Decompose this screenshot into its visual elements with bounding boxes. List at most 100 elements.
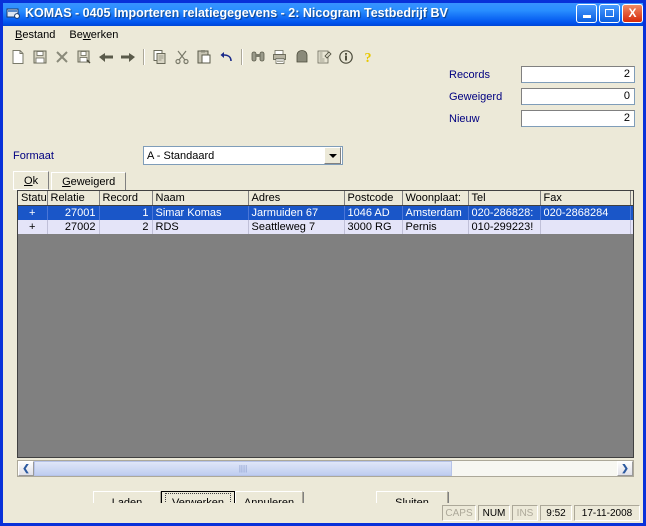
cell-woonplaats: Pernis: [402, 220, 469, 234]
counter-label-records: Records: [449, 68, 490, 81]
paste-icon[interactable]: [193, 46, 215, 68]
window-title: KOMAS - 0405 Importeren relatiegegevens …: [25, 6, 448, 20]
title-bar: KOMAS - 0405 Importeren relatiegegevens …: [0, 0, 646, 26]
maximize-button[interactable]: [599, 3, 620, 23]
counters-panel: Records 2 Geweigerd 0 Nieuw 2: [449, 66, 635, 132]
scrollbar-grip: ||||: [238, 464, 248, 473]
format-row: Formaat A - Standaard: [13, 146, 343, 165]
counter-row: Geweigerd 0: [449, 88, 635, 105]
column-header-adres[interactable]: Adres: [248, 191, 345, 206]
counter-row: Nieuw 2: [449, 110, 635, 127]
format-selected-value: A - Standaard: [147, 149, 215, 162]
help-icon[interactable]: ?: [357, 46, 379, 68]
cell-adres: Jarmuiden 67: [248, 205, 345, 220]
copy-icon[interactable]: [149, 46, 171, 68]
cell-postcode: 3000 RG: [344, 220, 403, 234]
window-client-area: Bestand Bewerken ? Records 2 Geweigerd 0…: [3, 26, 643, 523]
new-icon[interactable]: [7, 46, 29, 68]
column-header-tel[interactable]: Tel: [468, 191, 541, 206]
column-header-fax[interactable]: Fax: [540, 191, 631, 206]
save-as-icon[interactable]: [73, 46, 95, 68]
print-icon[interactable]: [269, 46, 291, 68]
toolbar-separator-1: [143, 49, 145, 65]
cell-contactpersoon: Arno van: [630, 220, 633, 234]
horizontal-scrollbar[interactable]: ❮ |||| ❯: [17, 460, 634, 477]
application-window: KOMAS - 0405 Importeren relatiegegevens …: [0, 0, 646, 526]
table-header-row: Statu Relatie Record Naam Adres Postcode…: [18, 191, 633, 206]
status-caps: CAPS: [442, 505, 476, 521]
chevron-down-icon[interactable]: [324, 147, 341, 164]
scrollbar-thumb[interactable]: ||||: [34, 461, 452, 476]
cell-adres: Seattleweg 7: [248, 220, 345, 234]
records-grid[interactable]: Statu Relatie Record Naam Adres Postcode…: [17, 190, 634, 458]
scroll-left-icon[interactable]: ❮: [18, 461, 34, 476]
column-header-record[interactable]: Record: [99, 191, 153, 206]
delete-icon[interactable]: [51, 46, 73, 68]
column-header-contactpersoon[interactable]: Contactp: [630, 191, 633, 206]
column-header-status[interactable]: Statu: [18, 191, 48, 206]
status-time: 9:52: [540, 505, 572, 521]
window-controls: X: [576, 3, 643, 23]
status-bar: CAPS NUM INS 9:52 17-11-2008: [3, 503, 643, 523]
minimize-button[interactable]: [576, 3, 597, 23]
column-header-woonplaats[interactable]: Woonplaat:: [402, 191, 469, 206]
cell-status: +: [18, 205, 48, 220]
menu-item-bewerken[interactable]: Bewerken: [62, 28, 125, 42]
tab-strip: Ok Geweigerd: [13, 171, 127, 190]
counter-label-geweigerd: Geweigerd: [449, 90, 503, 103]
column-header-relatie[interactable]: Relatie: [47, 191, 100, 206]
cell-fax: 020-2868284: [540, 205, 631, 220]
tab-ok[interactable]: Ok: [13, 171, 50, 190]
arrow-left-icon[interactable]: [95, 46, 117, 68]
table-row[interactable]: + 27001 1 Simar Komas Jarmuiden 67 1046 …: [18, 205, 633, 220]
cell-naam: RDS: [152, 220, 249, 234]
counter-row: Records 2: [449, 66, 635, 83]
table-row[interactable]: + 27002 2 RDS Seattleweg 7 3000 RG Perni…: [18, 220, 633, 234]
cell-tel: 010-299223!: [468, 220, 541, 234]
cell-woonplaats: Amsterdam: [402, 205, 469, 220]
menu-item-bestand[interactable]: Bestand: [8, 28, 62, 42]
cell-relatie: 27002: [47, 220, 100, 234]
format-combobox[interactable]: A - Standaard: [143, 146, 343, 165]
application-icon: [5, 5, 21, 21]
minimize-icon: [582, 14, 591, 18]
counter-value-geweigerd: 0: [521, 88, 635, 105]
cut-icon[interactable]: [171, 46, 193, 68]
undo-icon[interactable]: [215, 46, 237, 68]
save-icon[interactable]: [29, 46, 51, 68]
column-header-naam[interactable]: Naam: [152, 191, 249, 206]
format-label: Formaat: [13, 149, 54, 162]
scroll-right-icon[interactable]: ❯: [617, 461, 633, 476]
records-table: Statu Relatie Record Naam Adres Postcode…: [18, 191, 633, 234]
counter-label-nieuw: Nieuw: [449, 112, 480, 125]
cell-relatie: 27001: [47, 205, 100, 220]
arrow-right-icon[interactable]: [117, 46, 139, 68]
find-icon[interactable]: [247, 46, 269, 68]
caret-shape: [328, 153, 337, 158]
cell-fax: [540, 220, 631, 234]
close-icon: X: [628, 6, 637, 20]
scrollbar-track[interactable]: ||||: [34, 461, 617, 476]
counter-value-records: 2: [521, 66, 635, 83]
cell-tel: 020-286828:: [468, 205, 541, 220]
status-ins: INS: [512, 505, 538, 521]
edit-form-icon[interactable]: [313, 46, 335, 68]
cell-naam: Simar Komas: [152, 205, 249, 220]
column-header-postcode[interactable]: Postcode: [344, 191, 403, 206]
svg-text:?: ?: [365, 51, 372, 65]
status-num: NUM: [478, 505, 510, 521]
counter-value-nieuw: 2: [521, 110, 635, 127]
cell-postcode: 1046 AD: [344, 205, 403, 220]
cell-status: +: [18, 220, 48, 234]
cell-record: 1: [99, 205, 153, 220]
tab-geweigerd[interactable]: Geweigerd: [51, 172, 127, 190]
info-icon[interactable]: [335, 46, 357, 68]
cell-contactpersoon: Leo van: [630, 205, 633, 220]
preview-icon[interactable]: [291, 46, 313, 68]
toolbar-separator-2: [241, 49, 243, 65]
menu-bar: Bestand Bewerken: [3, 26, 643, 44]
maximize-icon: [605, 9, 614, 17]
status-date: 17-11-2008: [574, 505, 640, 521]
close-button[interactable]: X: [622, 3, 643, 23]
cell-record: 2: [99, 220, 153, 234]
